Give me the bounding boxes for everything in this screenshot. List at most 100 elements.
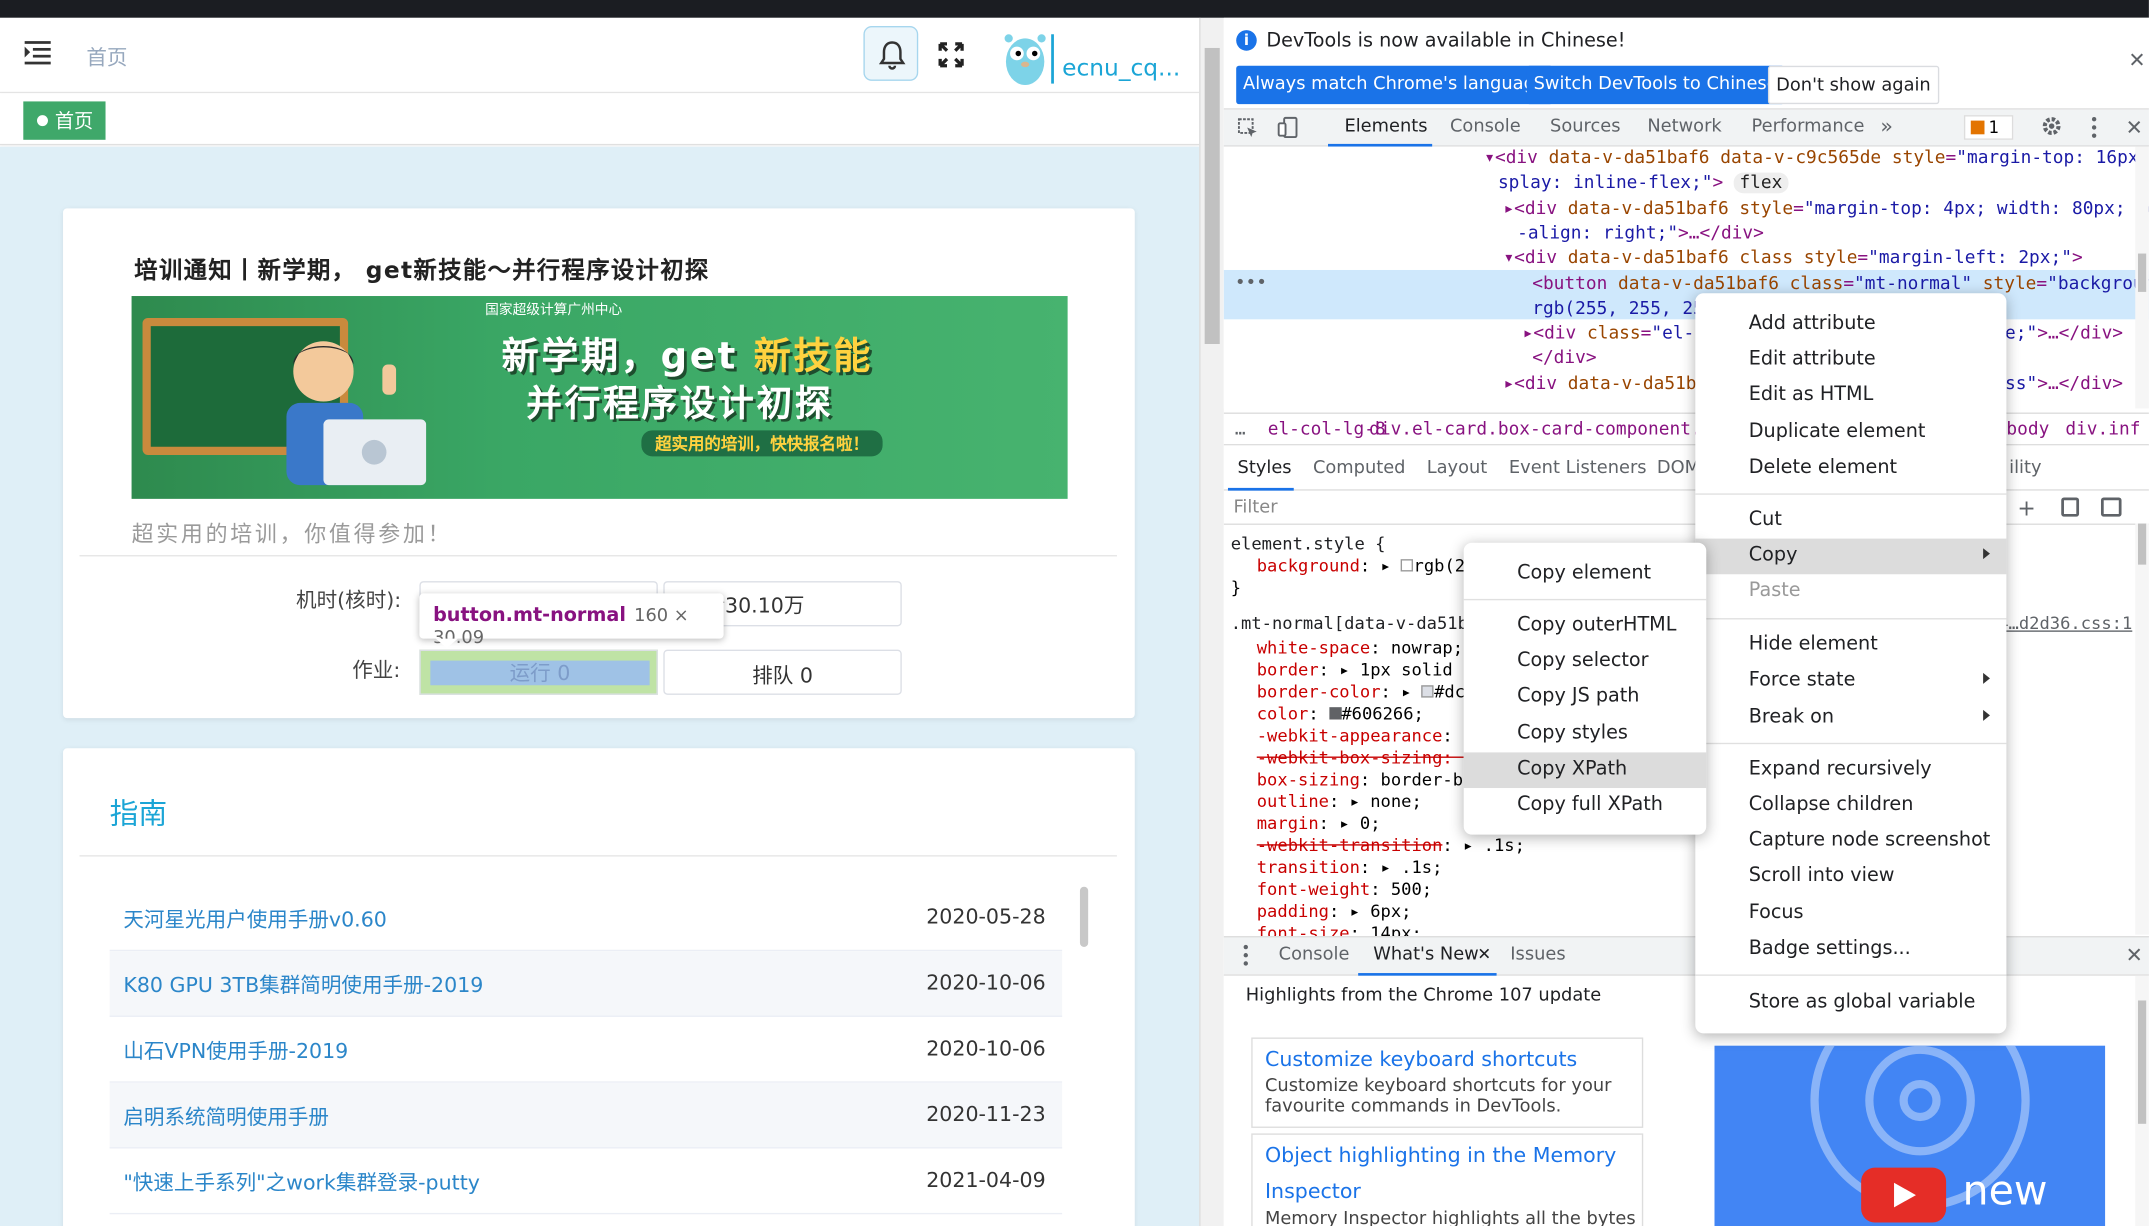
sidebar-toggle-icon[interactable] [2100,497,2122,517]
elements-scrollbar[interactable] [2135,146,2149,409]
card-title[interactable]: Customize keyboard shortcuts [1265,1047,1577,1072]
close-tab-icon[interactable]: ✕ [1477,944,1491,963]
notification-button[interactable] [863,26,919,81]
fullscreen-icon[interactable] [937,41,964,68]
more-tabs-icon[interactable]: » [1880,114,1893,139]
card-title[interactable]: Object highlighting in the Memory [1265,1143,1616,1168]
menu-item-copy-js-path[interactable]: Copy JS path [1464,680,1707,716]
whats-new-card[interactable]: Object highlighting in the Memory Inspec… [1251,1133,1644,1226]
style-decl[interactable]: margin: ▸ 0; [1257,813,1381,835]
guide-link[interactable]: K80 GPU 3TB集群简明使用手册-2019 [123,970,483,999]
guide-scrollbar[interactable] [1079,886,1089,948]
dom-line[interactable]: ▸<div data-v-da51ba [1503,373,1707,398]
dom-line[interactable]: ▸<div class="el-lo [1523,322,1716,347]
style-decl[interactable]: background: ▸ rgb(25 [1257,555,1476,577]
menu-item-copy-styles[interactable]: Copy styles [1464,717,1707,753]
style-decl[interactable]: -webkit-appearance: n [1257,725,1474,747]
guide-link[interactable]: "快速上手系列"之work集群登录-putty [123,1168,480,1197]
tab-elements[interactable]: Elements [1344,116,1427,137]
tab-performance[interactable]: Performance [1751,116,1864,137]
style-decl[interactable]: white-space: nowrap; [1257,637,1463,659]
close-devtools-icon[interactable]: ✕ [2126,115,2143,140]
menu-toggle-icon[interactable] [24,41,51,65]
guide-row[interactable]: K80 GPU 3TB集群简明使用手册-2019 2020-10-06 [109,951,1063,1017]
drawer-menu-icon[interactable] [1243,944,1248,966]
style-rule[interactable]: element.style { [1231,533,1386,555]
dom-line[interactable]: ▸<div data-v-da51baf6 style="margin-top:… [1503,197,2149,222]
username[interactable]: ecnu_cq... [1062,55,1180,82]
style-source-link[interactable]: 4…d2d36.css:1 [1998,613,2132,635]
menu-item-copy-element[interactable]: Copy element [1464,556,1707,592]
menu-item-copy[interactable]: Copy [1695,538,2007,575]
style-decl[interactable]: padding: ▸ 6px; [1257,900,1412,922]
menu-item-add-attribute[interactable]: Add attribute [1695,307,2006,343]
menu-item-hide-element[interactable]: Hide element [1695,628,2006,664]
guide-link[interactable]: 天河星光用户使用手册v0.60 [123,905,387,934]
notice-title[interactable]: 培训通知丨新学期， get新技能～并行程序设计初探 [134,251,709,285]
dom-line[interactable]: rgb(255, 255, 25 [1532,297,1704,322]
inspect-icon[interactable] [1237,118,1259,144]
guide-row[interactable]: "快速上手系列"之work集群登录-putty 2021-04-09 [109,1148,1063,1215]
menu-item-collapse-children[interactable]: Collapse children [1695,788,2006,824]
drawer-tab-whats-new[interactable]: What's New [1373,944,1479,965]
scroll-thumb[interactable] [2137,253,2147,292]
menu-item-focus[interactable]: Focus [1695,896,2006,932]
menu-item-store-global[interactable]: Store as global variable [1695,985,2006,1021]
style-decl[interactable]: transition: ▸ .1s; [1257,857,1443,879]
menu-item-copy-xpath[interactable]: Copy XPath [1463,752,1707,789]
drawer-tab-console[interactable]: Console [1279,944,1350,965]
menu-item-duplicate-element[interactable]: Duplicate element [1695,415,2006,451]
guide-row[interactable]: 天河星光用户使用手册v0.60 2020-05-28 [109,885,1063,952]
menu-item-capture-screenshot[interactable]: Capture node screenshot [1695,824,2006,860]
menu-item-break-on[interactable]: Break on [1695,700,2006,736]
dom-line[interactable]: -align: right;">…</div> [1517,222,1764,247]
subtab-accessibility[interactable]: ility [2009,458,2041,479]
style-decl[interactable]: -webkit-transition: ▸ .1s; [1257,835,1525,857]
ellipsis-icon[interactable]: ••• [1235,271,1267,296]
crumb-item[interactable]: el-col-lg-8 [1268,419,1386,440]
device-toggle-icon[interactable] [1277,116,1299,143]
avatar[interactable] [1002,29,1049,87]
menu-item-copy-full-xpath[interactable]: Copy full XPath [1464,788,1707,824]
new-rule-icon[interactable]: + [2017,495,2035,521]
kebab-menu-icon[interactable] [2091,116,2097,138]
guide-row[interactable]: 启明系统简明使用手册 2020-11-23 [109,1082,1063,1149]
menu-item-scroll-into-view[interactable]: Scroll into view [1695,859,2006,895]
paint-icon[interactable] [2061,497,2080,517]
guide-link[interactable]: 启明系统简明使用手册 [123,1102,329,1131]
menu-item-force-state[interactable]: Force state [1695,663,2006,699]
match-language-button[interactable]: Always match Chrome's language [1236,65,1553,105]
menu-item-copy-selector[interactable]: Copy selector [1464,644,1707,680]
close-drawer-icon[interactable]: ✕ [2126,943,2143,968]
gear-icon[interactable] [2041,115,2063,142]
menu-item-expand-recursively[interactable]: Expand recursively [1695,752,2006,788]
crumb-item[interactable]: body [2006,419,2049,440]
tab-sources[interactable]: Sources [1550,116,1620,137]
guide-row[interactable]: 山石VPN使用手册-2019 2020-10-06 [109,1017,1063,1083]
tab-console[interactable]: Console [1450,116,1521,137]
notice-banner[interactable]: 国家超级计算广州中心 新学期，get 新技能 并行程序设计初探 超实用的培训，快… [131,296,1068,499]
dom-line[interactable]: ▾<div data-v-da51baf6 data-v-c9c565de st… [1484,147,2149,172]
whats-new-card[interactable]: Customize keyboard shortcuts Customize k… [1251,1037,1644,1128]
crumb-ellipsis[interactable]: … [1235,419,1246,440]
subtab-dom[interactable]: DOM [1657,458,1700,479]
style-rule[interactable]: .mt-normal[data-v-da51ba [1231,613,1479,635]
subtab-layout[interactable]: Layout [1427,458,1488,479]
styles-filter[interactable]: Filter [1233,497,1277,518]
scroll-thumb[interactable] [1204,47,1220,344]
warning-badge[interactable]: 1 [1963,115,2014,140]
style-decl[interactable]: -webkit-box-sizing: b [1257,747,1474,769]
drawer-tab-issues[interactable]: Issues [1510,944,1565,965]
card-title[interactable]: Inspector [1265,1179,1361,1204]
style-decl[interactable]: font-weight: 500; [1257,878,1432,900]
style-decl[interactable]: border: ▸ 1px solid [1257,659,1453,681]
dom-line[interactable]: splay: inline-flex;"> flex [1498,171,1788,196]
menu-item-badge-settings[interactable]: Badge settings... [1695,932,2006,968]
queued-jobs-button[interactable]: 排队 0 [663,649,902,695]
scroll-thumb[interactable] [2137,523,2147,565]
dom-line[interactable]: ss">…</div> [2005,373,2123,398]
menu-item-edit-as-html[interactable]: Edit as HTML [1695,378,2006,414]
subtab-styles[interactable]: Styles [1238,458,1292,479]
scroll-thumb[interactable] [2137,1000,2147,1124]
subtab-computed[interactable]: Computed [1313,458,1406,479]
